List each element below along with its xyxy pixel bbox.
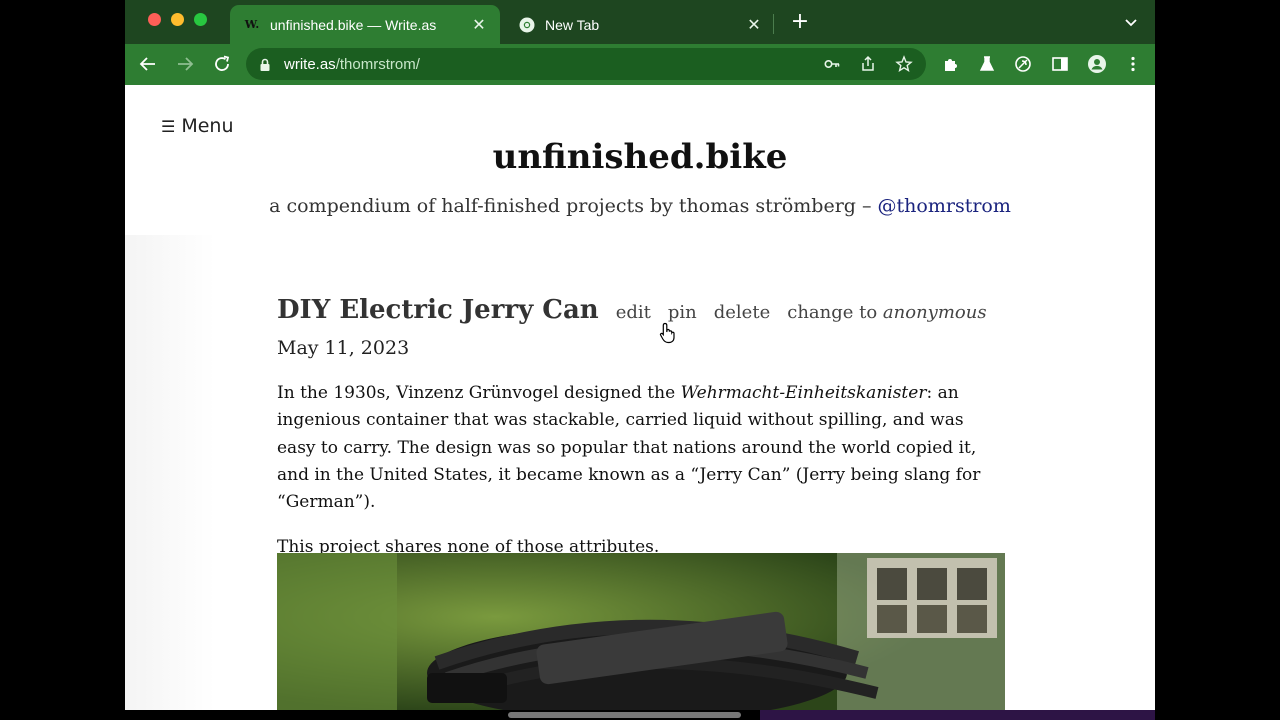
url-path: /thomrstrom/ (335, 55, 420, 73)
paragraph-1: In the 1930s, Vinzenz Grünvogel designed… (277, 380, 1007, 516)
profile-avatar-icon[interactable] (1087, 54, 1107, 74)
post-header: DIY Electric Jerry Can edit pin delete c… (277, 295, 987, 325)
tab-new-tab[interactable]: New Tab ✕ (505, 5, 775, 44)
tab-title: New Tab (545, 16, 600, 33)
change-text: change to (787, 302, 883, 323)
tab-search-chevron-icon[interactable] (1123, 14, 1139, 30)
site-description-text: a compendium of half-finished projects b… (269, 195, 878, 217)
horizontal-scrollbar[interactable] (508, 712, 741, 718)
desktop-background (760, 710, 1155, 720)
tab-separator (773, 14, 774, 34)
side-panel-icon[interactable] (1050, 54, 1070, 74)
web-page: ☰ Menu unfinished.bike a compendium of ha… (125, 85, 1155, 710)
share-icon[interactable] (858, 54, 878, 74)
lock-icon[interactable] (258, 57, 272, 71)
tab-title: unfinished.bike — Write.as (270, 16, 437, 33)
post-title[interactable]: DIY Electric Jerry Can (277, 295, 599, 325)
leaf-extension-icon[interactable] (1013, 54, 1033, 74)
extensions-puzzle-icon[interactable] (941, 54, 961, 74)
forward-icon[interactable] (175, 54, 195, 74)
writeas-favicon-icon: W. (244, 18, 260, 31)
edit-link[interactable]: edit (616, 302, 651, 323)
site-title[interactable]: unfinished.bike (125, 137, 1155, 177)
change-to-anonymous-link[interactable]: change to anonymous (787, 302, 986, 323)
post-date: May 11, 2023 (277, 337, 410, 359)
anonymous-text: anonymous (882, 302, 987, 323)
key-icon[interactable] (822, 54, 842, 74)
page-shadow (125, 235, 215, 710)
post-body: In the 1930s, Vinzenz Grünvogel designed… (277, 380, 1007, 580)
tab-bar: W. unfinished.bike — Write.as ✕ New Tab … (125, 0, 1155, 44)
address-bar[interactable]: write.as/thomrstrom/ (246, 48, 926, 80)
pin-link[interactable]: pin (668, 302, 697, 323)
bookmark-star-icon[interactable] (894, 54, 914, 74)
reload-icon[interactable] (212, 54, 232, 74)
browser-toolbar: write.as/thomrstrom/ (125, 44, 1155, 85)
minimize-window-button[interactable] (171, 13, 184, 26)
tab-writeas[interactable]: W. unfinished.bike — Write.as ✕ (230, 5, 500, 44)
author-handle-link[interactable]: @thomrstrom (878, 195, 1011, 217)
hamburger-icon: ☰ (161, 117, 176, 136)
close-tab-icon[interactable]: ✕ (743, 15, 765, 35)
paragraph-text: In the 1930s, Vinzenz Grünvogel designed… (277, 383, 681, 403)
url-host: write.as (284, 55, 336, 73)
post-image (277, 553, 1005, 710)
menu-label: Menu (181, 115, 234, 137)
browser-window: W. unfinished.bike — Write.as ✕ New Tab … (125, 0, 1155, 710)
labs-flask-icon[interactable] (977, 54, 997, 74)
menu-button[interactable]: ☰ Menu (161, 115, 234, 137)
back-icon[interactable] (138, 54, 158, 74)
delete-link[interactable]: delete (714, 302, 770, 323)
maximize-window-button[interactable] (194, 13, 207, 26)
close-window-button[interactable] (148, 13, 161, 26)
chrome-icon (519, 17, 535, 33)
new-tab-button[interactable]: + (789, 11, 811, 33)
close-tab-icon[interactable]: ✕ (468, 15, 490, 35)
paragraph-italic: Wehrmacht-Einheitskanister (680, 383, 927, 403)
hand-cursor-icon (659, 322, 679, 344)
site-description: a compendium of half-finished projects b… (125, 195, 1155, 217)
url-text: write.as/thomrstrom/ (284, 56, 420, 73)
more-menu-icon[interactable] (1123, 54, 1143, 74)
